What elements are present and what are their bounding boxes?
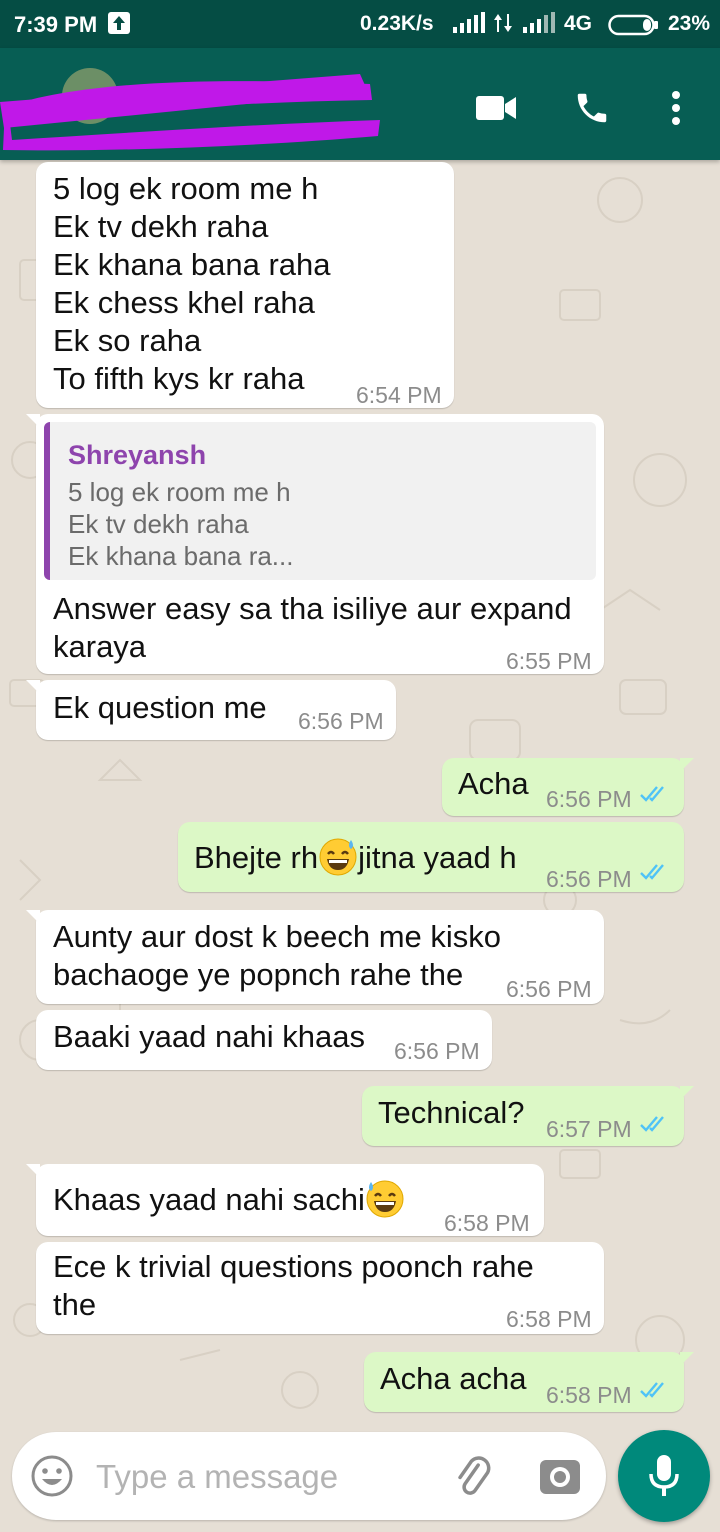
read-receipt-icon xyxy=(640,1116,664,1132)
bubble-tail xyxy=(26,910,40,924)
message-text: Aunty aur dost k beech me kisko bachaoge… xyxy=(53,919,502,992)
bubble-tail xyxy=(26,680,40,694)
voice-record-button[interactable] xyxy=(618,1430,710,1522)
message-time: 6:58 PM xyxy=(506,1306,592,1332)
message-text: Answer easy sa tha isiliye aur expand ka… xyxy=(53,591,572,664)
message-text: Ece k trivial questions poonch rahe the xyxy=(53,1249,534,1322)
network-speed: 0.23K/s xyxy=(360,12,434,35)
message-time: 6:56 PM xyxy=(298,708,384,734)
message-bubble-incoming[interactable]: Ece k trivial questions poonch rahe the … xyxy=(36,1242,604,1334)
voice-call-button[interactable] xyxy=(568,84,616,132)
message-time: 6:56 PM xyxy=(546,786,632,812)
upload-notification-icon xyxy=(108,12,130,34)
more-options-button[interactable] xyxy=(652,84,700,132)
message-bubble-outgoing[interactable]: Acha 6:56 PM xyxy=(442,758,694,816)
network-type: 4G xyxy=(564,12,593,35)
battery-icon xyxy=(608,14,660,41)
read-receipt-icon xyxy=(640,864,664,880)
message-text: Acha xyxy=(458,766,529,801)
video-call-icon xyxy=(476,96,516,120)
data-transfer-icon xyxy=(492,12,514,39)
attach-icon[interactable] xyxy=(450,1452,498,1500)
quoted-text: 5 log ek room me h Ek tv dekh raha Ek kh… xyxy=(68,477,294,571)
message-compose-bar xyxy=(12,1432,606,1520)
message-time: 6:54 PM xyxy=(356,382,442,408)
message-bubble-incoming[interactable]: Baaki yaad nahi khaas 6:56 PM xyxy=(36,1010,492,1070)
video-call-button[interactable] xyxy=(472,84,520,132)
quoted-message[interactable]: Shreyansh 5 log ek room me h Ek tv dekh … xyxy=(44,422,596,580)
message-time: 6:58 PM xyxy=(546,1382,632,1408)
message-text: Acha acha xyxy=(380,1361,527,1396)
message-bubble-reply[interactable]: Shreyansh 5 log ek room me h Ek tv dekh … xyxy=(26,414,604,674)
status-time: 7:39 PM xyxy=(14,12,98,37)
message-bubble-outgoing[interactable]: Bhejte rh jitna yaad h 6:56 PM xyxy=(178,822,684,892)
bubble-tail xyxy=(680,1352,694,1366)
read-receipt-icon xyxy=(640,1382,664,1398)
grinning-sweat-emoji-icon xyxy=(366,1180,404,1218)
message-bubble-incoming[interactable]: Khaas yaad nahi sachi 6:58 PM xyxy=(26,1164,544,1236)
redaction-scribble xyxy=(0,74,380,151)
message-bubble-outgoing[interactable]: Technical? 6:57 PM xyxy=(362,1086,694,1146)
message-bubble-outgoing[interactable]: Acha acha 6:58 PM xyxy=(364,1352,694,1412)
bubble-tail xyxy=(26,414,40,428)
message-bubble-incoming[interactable]: Ek question me 6:56 PM xyxy=(26,680,396,740)
message-text: Ek question me xyxy=(53,690,267,725)
quoted-sender: Shreyansh xyxy=(68,440,207,470)
message-text-part: Bhejte rh xyxy=(194,840,319,875)
message-text: Baaki yaad nahi khaas xyxy=(53,1019,365,1054)
bubble-tail xyxy=(26,1164,40,1178)
signal-strength-2-icon xyxy=(522,12,556,39)
message-time: 6:56 PM xyxy=(506,976,592,1002)
bubble-tail xyxy=(680,758,694,772)
message-text: Technical? xyxy=(378,1095,525,1130)
battery-percent: 23% xyxy=(668,12,711,35)
message-list[interactable]: 5 log ek room me h Ek tv dekh raha Ek kh… xyxy=(0,160,720,1420)
chat-header xyxy=(0,48,720,160)
microphone-icon xyxy=(649,1455,679,1496)
message-time: 6:55 PM xyxy=(506,648,592,674)
signal-strength-icon xyxy=(452,12,486,39)
message-time: 6:58 PM xyxy=(444,1210,530,1236)
more-vert-icon xyxy=(672,91,680,125)
message-input[interactable] xyxy=(94,1452,418,1502)
emoji-icon[interactable] xyxy=(30,1454,74,1498)
message-time: 6:57 PM xyxy=(546,1116,632,1142)
message-text: 5 log ek room me h Ek tv dekh raha Ek kh… xyxy=(53,171,331,396)
read-receipt-icon xyxy=(640,786,664,802)
message-text-part: Khaas yaad nahi sachi xyxy=(53,1182,365,1217)
message-text: Khaas yaad nahi sachi xyxy=(53,1178,405,1219)
phone-icon xyxy=(577,93,607,123)
status-bar: 7:39 PM 0.23K/s 4G 23% xyxy=(0,0,720,48)
message-time: 6:56 PM xyxy=(394,1038,480,1064)
message-bubble-incoming[interactable]: 5 log ek room me h Ek tv dekh raha Ek kh… xyxy=(36,162,454,408)
message-text: Bhejte rh jitna yaad h xyxy=(194,836,517,877)
message-time: 6:56 PM xyxy=(546,866,632,892)
message-text-part: jitna yaad h xyxy=(358,840,517,875)
grinning-sweat-emoji-icon xyxy=(319,838,357,876)
bubble-tail xyxy=(680,1086,694,1100)
camera-icon[interactable] xyxy=(536,1452,584,1500)
message-bubble-incoming[interactable]: Aunty aur dost k beech me kisko bachaoge… xyxy=(26,910,604,1004)
